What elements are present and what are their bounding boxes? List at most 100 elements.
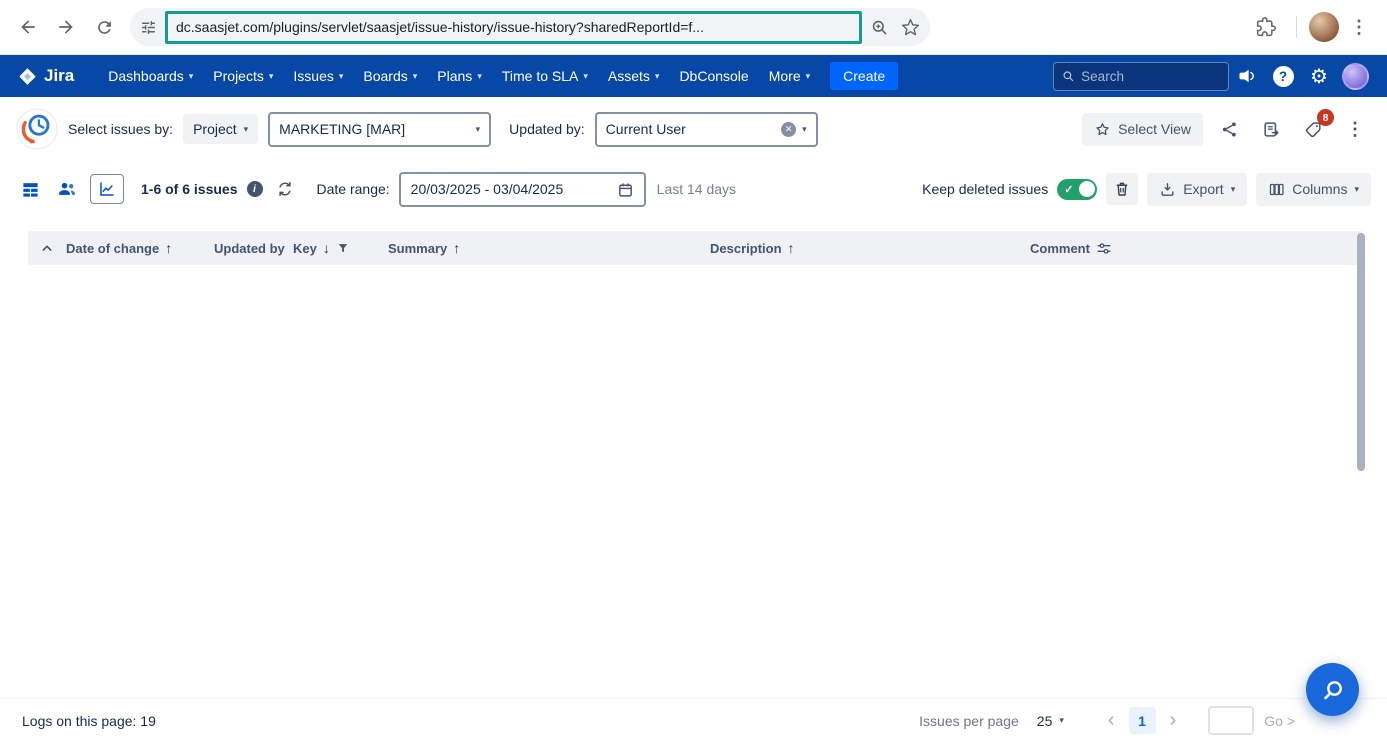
nav-item-boards[interactable]: Boards▾ xyxy=(353,55,427,97)
chevron-down-icon: ▾ xyxy=(189,71,194,82)
col-comment[interactable]: Comment xyxy=(1030,241,1345,256)
nav-item-plans[interactable]: Plans▾ xyxy=(427,55,492,97)
table-toolbar: 1-6 of 6 issues i Date range: 20/03/2025… xyxy=(0,161,1387,217)
forward-arrow-icon xyxy=(56,17,76,37)
col-key[interactable]: Key ↓ xyxy=(293,240,388,256)
vertical-scrollbar[interactable] xyxy=(1357,233,1365,471)
megaphone-icon[interactable] xyxy=(1229,58,1265,94)
check-icon: ✓ xyxy=(1064,183,1073,196)
chevron-down-icon: ▾ xyxy=(477,71,482,82)
url-text[interactable]: dc.saasjet.com/plugins/servlet/saasjet/i… xyxy=(176,19,704,35)
tag-icon[interactable]: 8 xyxy=(1297,113,1329,145)
jira-mark-icon xyxy=(18,67,37,86)
date-range-hint: Last 14 days xyxy=(657,181,736,197)
footer: Logs on this page: 19 Issues per page 25… xyxy=(0,698,1387,742)
magnifier-icon xyxy=(1321,678,1345,702)
nav-item-issues[interactable]: Issues▾ xyxy=(283,55,353,97)
user-avatar[interactable] xyxy=(1337,58,1373,94)
download-icon xyxy=(1159,181,1176,198)
current-page[interactable]: 1 xyxy=(1129,707,1156,734)
create-button[interactable]: Create xyxy=(830,62,898,90)
chevron-down-icon: ▾ xyxy=(244,124,249,135)
chevron-down-icon: ▾ xyxy=(655,71,660,82)
browser-menu-icon[interactable]: ⋮ xyxy=(1341,9,1377,45)
updated-by-select[interactable]: Current User ✕ ▾ xyxy=(595,112,818,147)
col-description[interactable]: Description ↑ xyxy=(710,240,1030,256)
toolbar-divider xyxy=(1296,16,1297,38)
table-header: Date of change ↑ Updated by Key ↓ Summar… xyxy=(28,231,1363,265)
chevron-down-icon: ▾ xyxy=(1059,715,1064,726)
forward-button[interactable] xyxy=(48,9,84,45)
col-updated-by[interactable]: Updated by xyxy=(214,241,293,256)
keep-deleted-toggle[interactable]: ✓ xyxy=(1057,179,1097,200)
navbar-search[interactable] xyxy=(1053,62,1229,91)
sort-asc-icon[interactable]: ↑ xyxy=(165,240,172,256)
goto-page-input[interactable] xyxy=(1208,706,1254,735)
date-range-label: Date range: xyxy=(317,181,390,197)
per-page-label: Issues per page xyxy=(919,713,1019,729)
report-header: Select issues by: Project ▾ MARKETING [M… xyxy=(0,97,1387,161)
people-view-icon[interactable] xyxy=(53,176,81,202)
nav-item-projects[interactable]: Projects▾ xyxy=(203,55,283,97)
sort-asc-icon[interactable]: ↑ xyxy=(453,240,460,256)
export-report-icon[interactable] xyxy=(1255,113,1287,145)
app-logo-icon xyxy=(16,108,58,150)
project-select[interactable]: MARKETING [MAR] ▾ xyxy=(268,112,491,147)
nav-item-dbconsole[interactable]: DbConsole xyxy=(669,55,758,97)
refresh-icon[interactable] xyxy=(272,173,298,205)
collapse-all-icon[interactable] xyxy=(28,241,66,255)
date-range-input[interactable]: 20/03/2025 - 03/04/2025 xyxy=(399,172,646,207)
filter-funnel-icon[interactable] xyxy=(336,241,350,255)
site-info-icon[interactable] xyxy=(140,19,157,36)
go-button[interactable]: Go > xyxy=(1264,713,1295,729)
reload-button[interactable] xyxy=(86,9,122,45)
more-options-icon[interactable]: ⋮ xyxy=(1339,113,1371,145)
address-bar[interactable]: dc.saasjet.com/plugins/servlet/saasjet/i… xyxy=(130,8,930,46)
info-icon[interactable]: i xyxy=(247,181,263,197)
nav-item-assets[interactable]: Assets▾ xyxy=(598,55,670,97)
help-search-button[interactable] xyxy=(1306,663,1359,716)
select-issues-label: Select issues by: xyxy=(68,121,173,137)
columns-button[interactable]: Columns ▾ xyxy=(1256,173,1371,206)
table-view-icon[interactable] xyxy=(16,176,44,202)
extensions-icon[interactable] xyxy=(1248,9,1284,45)
issue-history-table: Date of change ↑ Updated by Key ↓ Summar… xyxy=(0,217,1387,698)
select-view-button[interactable]: Select View xyxy=(1082,113,1203,146)
columns-icon xyxy=(1268,181,1285,198)
notification-badge: 8 xyxy=(1317,109,1334,126)
export-button[interactable]: Export ▾ xyxy=(1147,173,1247,206)
logs-count: Logs on this page: 19 xyxy=(22,713,156,729)
search-input[interactable] xyxy=(1081,69,1220,84)
zoom-in-icon[interactable] xyxy=(870,18,889,37)
per-page-select[interactable]: 25 ▾ xyxy=(1029,708,1072,734)
col-summary[interactable]: Summary ↑ xyxy=(388,240,710,256)
nav-item-more[interactable]: More▾ xyxy=(759,55,820,97)
next-page-icon[interactable]: › xyxy=(1166,709,1181,732)
chart-view-icon[interactable] xyxy=(90,174,124,204)
nav-item-dashboards[interactable]: Dashboards▾ xyxy=(98,55,203,97)
chevron-down-icon: ▾ xyxy=(339,71,344,82)
search-icon xyxy=(1062,69,1075,84)
clear-icon[interactable]: ✕ xyxy=(781,122,796,137)
chevron-down-icon: ▾ xyxy=(413,71,418,82)
nav-item-time-to-sla[interactable]: Time to SLA▾ xyxy=(492,55,598,97)
bookmark-star-icon[interactable] xyxy=(901,18,920,37)
jira-logo[interactable]: Jira xyxy=(18,66,74,86)
back-button[interactable] xyxy=(10,9,46,45)
sort-desc-icon[interactable]: ↓ xyxy=(323,240,330,256)
prev-page-icon[interactable]: ‹ xyxy=(1104,709,1119,732)
chevron-down-icon: ▾ xyxy=(802,124,807,135)
trash-icon[interactable] xyxy=(1106,173,1138,205)
chevron-down-icon: ▾ xyxy=(476,124,481,135)
help-icon[interactable]: ? xyxy=(1265,58,1301,94)
calendar-icon[interactable] xyxy=(617,181,634,198)
jira-navbar: Jira Dashboards▾ Projects▾ Issues▾ Board… xyxy=(0,55,1387,97)
comment-settings-icon[interactable] xyxy=(1096,241,1112,256)
share-icon[interactable] xyxy=(1213,113,1245,145)
sort-asc-icon[interactable]: ↑ xyxy=(788,240,795,256)
chevron-down-icon: ▾ xyxy=(583,71,588,82)
browser-profile-avatar[interactable] xyxy=(1309,12,1339,42)
select-by-dropdown[interactable]: Project ▾ xyxy=(183,114,258,144)
col-date-of-change[interactable]: Date of change ↑ xyxy=(66,240,214,256)
gear-icon[interactable]: ⚙ xyxy=(1301,58,1337,94)
